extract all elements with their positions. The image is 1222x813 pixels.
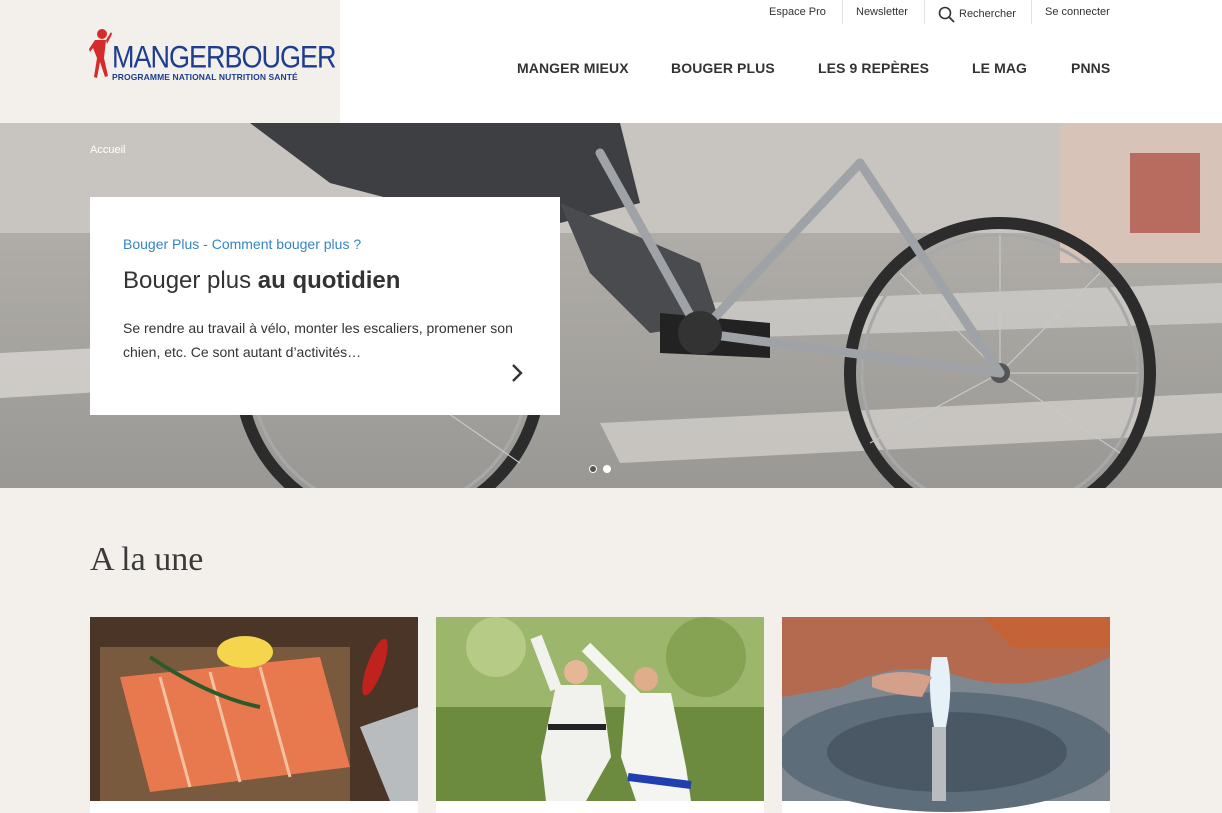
search-label: Rechercher (959, 8, 1016, 20)
search-icon (938, 6, 955, 23)
card-text: Se rendre au travail à vélo, monter les … (123, 320, 513, 360)
login-link[interactable]: Se connecter (1045, 0, 1110, 24)
article-card-water-fountain[interactable] (782, 617, 1110, 813)
logo-figure-icon (89, 29, 112, 78)
article-card-salmon[interactable] (90, 617, 418, 813)
espace-pro-link[interactable]: Espace Pro (769, 0, 826, 24)
site-logo[interactable]: MANGERBOUGER PROGRAMME NATIONAL NUTRITIO… (88, 28, 337, 90)
utility-divider (924, 0, 925, 24)
logo-area: MANGERBOUGER PROGRAMME NATIONAL NUTRITIO… (0, 0, 340, 123)
utility-divider (842, 0, 843, 24)
logo-title: MANGERBOUGER (112, 40, 337, 75)
card-title: Bouger plus au quotidien (123, 267, 400, 295)
newsletter-link[interactable]: Newsletter (856, 0, 908, 24)
card-title-plain: Bouger plus (123, 267, 258, 294)
card-kicker[interactable]: Bouger Plus - Comment bouger plus ? (123, 236, 361, 252)
salmon-image (90, 617, 418, 813)
article-card-karate[interactable] (436, 617, 764, 813)
nav-bouger-plus[interactable]: BOUGER PLUS (671, 60, 775, 76)
site-header: MANGERBOUGER PROGRAMME NATIONAL NUTRITIO… (0, 0, 1222, 123)
breadcrumb[interactable]: Accueil (90, 144, 125, 156)
hero-card[interactable]: Bouger Plus - Comment bouger plus ? Boug… (90, 197, 560, 415)
card-title-bold: au quotidien (257, 267, 401, 294)
nav-le-mag[interactable]: LE MAG (972, 60, 1027, 76)
slider-dots (589, 465, 611, 473)
chevron-right-icon[interactable] (507, 362, 527, 384)
section-title: A la une (90, 541, 204, 578)
logo-subtitle: PROGRAMME NATIONAL NUTRITION SANTÉ (112, 72, 298, 82)
nav-manger-mieux[interactable]: MANGER MIEUX (517, 60, 629, 76)
search-button[interactable]: Rechercher (938, 2, 1016, 26)
utility-divider (1031, 0, 1032, 24)
water-fountain-image (782, 617, 1110, 813)
nav-pnns[interactable]: PNNS (1071, 60, 1110, 76)
karate-image (436, 617, 764, 813)
nav-9-reperes[interactable]: LES 9 REPÈRES (818, 60, 929, 76)
slider-dot-2[interactable] (603, 465, 611, 473)
slider-dot-1[interactable] (589, 465, 597, 473)
